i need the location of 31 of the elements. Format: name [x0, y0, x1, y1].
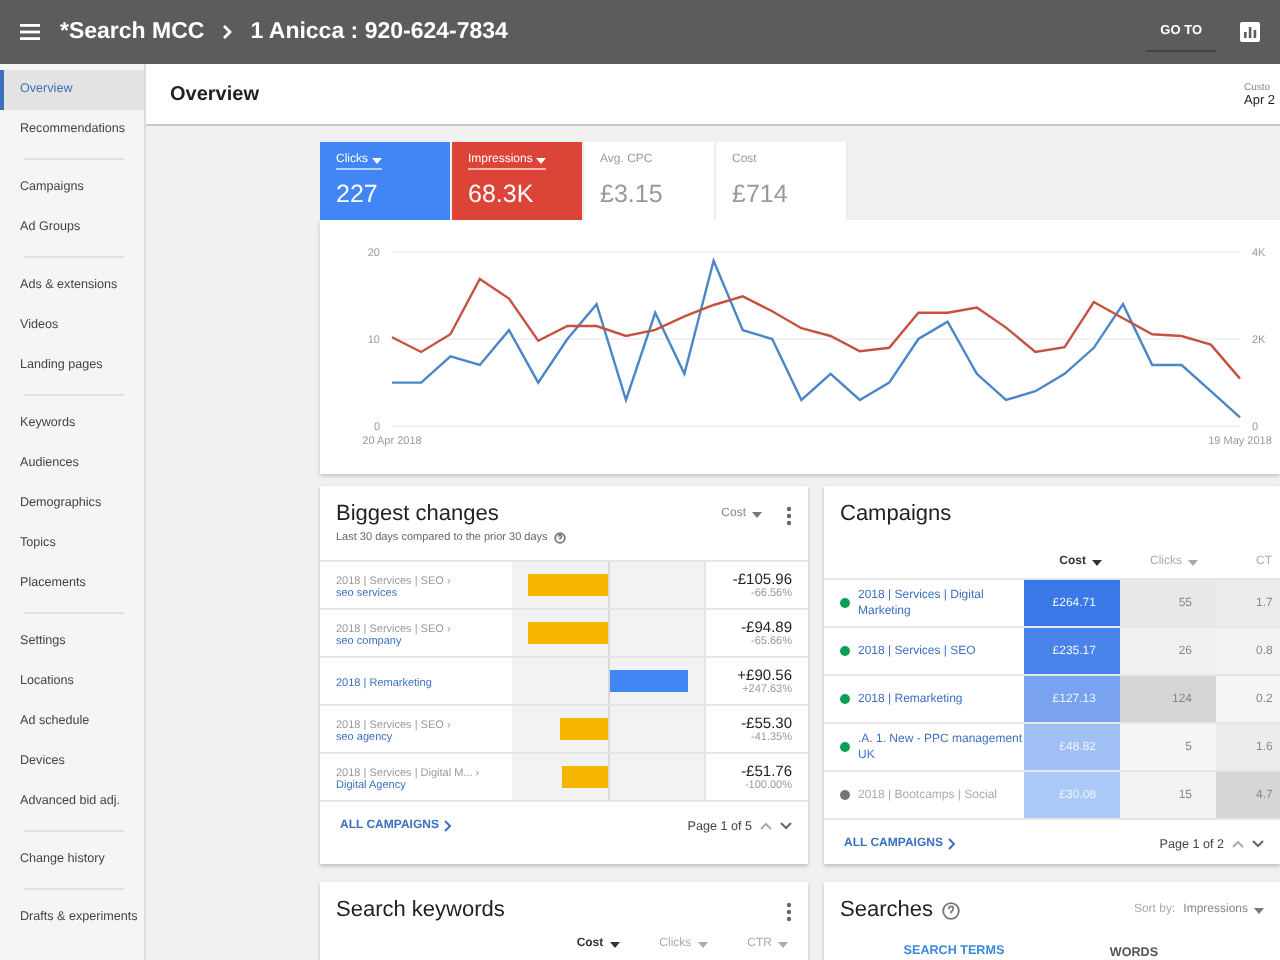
card-title: Biggest changes — [336, 502, 501, 526]
help-icon[interactable] — [942, 901, 961, 919]
caret-icon — [609, 941, 620, 947]
chevron-down-icon[interactable] — [780, 822, 792, 830]
caret-icon — [778, 941, 788, 947]
card-title: Search keywords — [336, 898, 505, 922]
metric-value: 227 — [336, 180, 380, 208]
caret-icon — [1254, 907, 1264, 913]
breadcrumb-link[interactable]: 1 Anicca : 920-624-7834 — [250, 20, 508, 44]
caret-icon — [1092, 559, 1102, 565]
more-icon[interactable] — [786, 506, 792, 526]
page-title: Overview — [170, 83, 259, 105]
help-icon[interactable] — [553, 532, 566, 544]
card-title: Searches — [840, 898, 933, 922]
chevron-right-icon — [444, 820, 453, 832]
metric-value: £714 — [732, 180, 790, 208]
caret-icon — [752, 511, 762, 517]
chevron-right-icon — [222, 24, 233, 40]
chevron-down-icon[interactable] — [1252, 840, 1264, 848]
metric-value: £3.15 — [600, 180, 665, 208]
caret-icon — [536, 157, 547, 163]
metric-value: 68.3K — [468, 180, 536, 208]
caret-icon — [372, 157, 382, 163]
more-icon[interactable] — [786, 902, 792, 922]
menu-icon[interactable] — [20, 24, 40, 40]
card-title: Campaigns — [840, 502, 952, 526]
chevron-right-icon — [948, 838, 957, 850]
caret-icon — [697, 941, 708, 947]
caret-icon — [1188, 559, 1198, 565]
bar-chart-icon[interactable] — [1240, 22, 1260, 42]
breadcrumb-link[interactable]: *Search MCC — [60, 20, 205, 44]
